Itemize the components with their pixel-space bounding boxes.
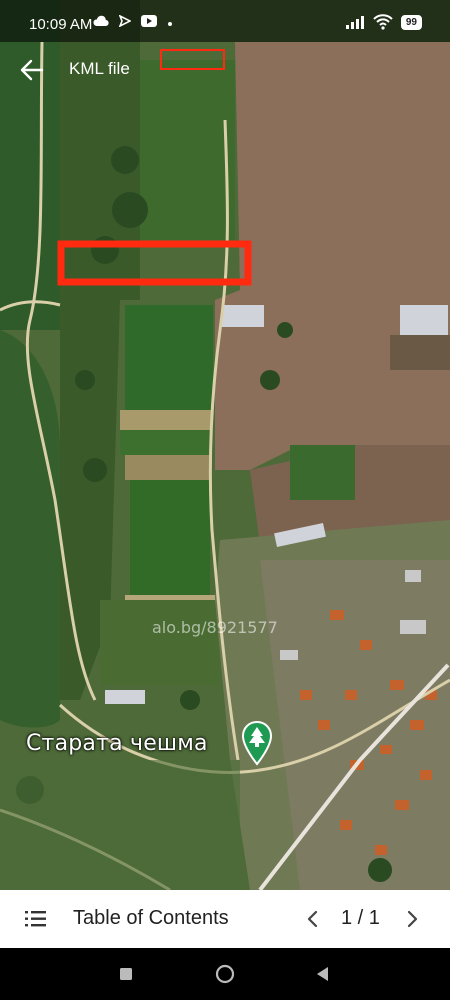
- tree-pin-icon[interactable]: [241, 720, 273, 768]
- home-circle-icon[interactable]: [214, 963, 236, 985]
- list-icon[interactable]: [24, 908, 48, 930]
- wifi-icon: [373, 14, 393, 30]
- map-imagery: [0, 0, 450, 890]
- cloud-icon: [93, 15, 109, 26]
- place-label[interactable]: Старата чешма: [26, 731, 208, 756]
- status-time: 10:09 AM: [29, 16, 93, 33]
- toc-button[interactable]: Table of Contents: [73, 907, 229, 930]
- chevron-left-icon[interactable]: [303, 907, 321, 931]
- send-icon: [119, 15, 131, 27]
- status-bar: 10:09 AM 99: [0, 0, 450, 42]
- signal-icon: [345, 16, 364, 29]
- dot-icon: [168, 22, 172, 26]
- arrow-back-icon[interactable]: [18, 56, 46, 84]
- app-header: KML file: [0, 42, 450, 98]
- status-left-icons: [93, 15, 173, 27]
- status-right-icons: 99: [345, 14, 422, 30]
- satellite-map[interactable]: alo.bg/8921577 Старата чешма: [0, 0, 450, 890]
- battery-indicator: 99: [400, 14, 422, 30]
- watermark: alo.bg/8921577: [152, 618, 278, 637]
- page-title: KML file: [69, 59, 130, 78]
- system-nav-bar: [0, 948, 450, 1000]
- back-triangle-icon[interactable]: [312, 963, 334, 985]
- recents-square-icon[interactable]: [115, 963, 137, 985]
- chevron-right-icon[interactable]: [404, 907, 422, 931]
- bottom-bar: Table of Contents 1 / 1: [0, 890, 450, 948]
- youtube-icon: [141, 15, 157, 27]
- page-indicator: 1 / 1: [341, 907, 380, 929]
